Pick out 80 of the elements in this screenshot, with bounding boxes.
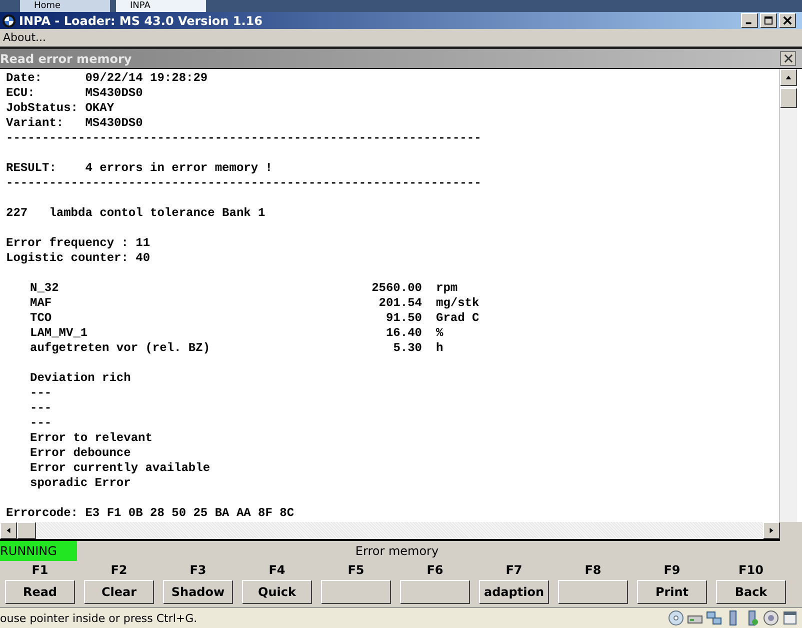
function-button[interactable]: adaption <box>479 580 549 604</box>
function-key-label: F4 <box>268 562 286 579</box>
measurement-value: 16.40 <box>384 326 422 341</box>
dashed-separator: ------------------------------------------------------------------ <box>6 131 482 146</box>
function-button[interactable] <box>558 580 628 604</box>
output-line: Errorcode: E3 F1 0B 28 50 25 BA AA 8F 8C <box>6 506 296 521</box>
measurement-value: 91.50 <box>384 311 422 326</box>
disc-icon[interactable] <box>763 610 779 626</box>
output-line: Logistic counter: 40 <box>6 251 152 266</box>
measurement-name: TCO <box>30 311 53 326</box>
scroll-thumb[interactable] <box>780 88 797 108</box>
measurement-name: LAM_MV_1 <box>30 326 89 341</box>
roundel-logo-icon <box>2 14 16 28</box>
status-indicator: RUNNING <box>0 541 77 561</box>
taskbar-tab[interactable]: Home <box>20 0 110 12</box>
function-button[interactable]: Print <box>637 580 707 604</box>
measurement-unit: mg/stk <box>436 296 480 311</box>
function-key-label: F1 <box>32 562 48 579</box>
output-line: ECU: MS430DS0 <box>6 86 144 101</box>
close-icon <box>783 16 792 25</box>
maximize-button[interactable] <box>760 13 777 28</box>
output-line: Variant: MS430DS0 <box>6 116 144 131</box>
output-line: Error to relevant <box>29 431 154 446</box>
measurement-unit: rpm <box>436 281 458 296</box>
function-key-label: F9 <box>664 562 680 579</box>
output-line: Error debounce <box>29 446 132 461</box>
function-button[interactable]: Quick <box>242 580 312 604</box>
output-line: RESULT: 4 errors in error memory ! <box>6 161 274 176</box>
right-arrow-icon <box>768 527 775 534</box>
left-arrow-icon <box>5 527 12 534</box>
taskbar-tab[interactable]: INPA <box>116 0 206 12</box>
output-line: sporadic Error <box>29 476 132 491</box>
function-key-label: F10 <box>738 562 764 579</box>
measurement-value: 5.30 <box>392 341 422 356</box>
measurement-name: aufgetreten vor (rel. BZ) <box>30 341 212 356</box>
function-key-label: F3 <box>190 562 206 579</box>
function-key-label: F2 <box>110 562 128 579</box>
function-button[interactable] <box>400 580 470 604</box>
screen-title: Error memory <box>354 544 440 558</box>
up-arrow-icon <box>785 74 792 81</box>
measurement-value: 201.54 <box>378 296 422 311</box>
function-key-label: F8 <box>584 562 602 579</box>
measurement-value: 2560.00 <box>370 281 422 296</box>
output-line: JobStatus: OKAY <box>6 101 116 116</box>
output-line: 227 lambda contol tolerance Bank 1 <box>6 206 266 221</box>
measurement-unit: Grad C <box>436 311 480 326</box>
function-button[interactable]: Shadow <box>163 580 233 604</box>
dashed-separator: ------------------------------------------------------------------ <box>6 176 482 191</box>
output-line: Error frequency : 11 <box>6 236 152 251</box>
close-button[interactable] <box>780 51 796 66</box>
window-title: INPA - Loader: MS 43.0 Version 1.16 <box>19 14 264 28</box>
function-key-label: F6 <box>426 562 444 579</box>
output-line: Error currently available <box>29 461 212 476</box>
panel-title: Read error memory <box>0 52 132 66</box>
output-line: Deviation rich <box>29 371 132 386</box>
minimize-button[interactable] <box>741 13 758 28</box>
output-line: --- <box>29 386 53 401</box>
measurement-unit: h <box>436 341 444 356</box>
function-button[interactable]: Read <box>5 580 75 604</box>
measurement-unit: % <box>436 326 444 341</box>
function-key-label: F7 <box>506 562 522 579</box>
menu-item[interactable]: About... <box>3 31 46 44</box>
function-button[interactable] <box>321 580 391 604</box>
output-line: Date: 09/22/14 19:28:29 <box>6 71 209 86</box>
window-icon[interactable] <box>782 610 798 626</box>
close-icon <box>784 54 792 63</box>
vertical-scrollbar[interactable] <box>779 69 797 522</box>
measurement-name: N_32 <box>30 281 60 296</box>
scroll-thumb[interactable] <box>17 522 36 539</box>
network-icon[interactable] <box>706 610 722 626</box>
status-bar-text: ouse pointer inside or press Ctrl+G. <box>0 612 198 624</box>
function-key-label: F5 <box>348 562 364 579</box>
maximize-icon <box>764 16 773 25</box>
function-button[interactable]: Back <box>716 580 786 604</box>
output-line: --- <box>29 416 53 431</box>
function-button[interactable]: Clear <box>84 580 154 604</box>
output-line: --- <box>29 401 53 416</box>
disc-icon[interactable] <box>668 610 684 626</box>
horizontal-scrollbar[interactable] <box>0 522 780 541</box>
measurement-name: MAF <box>30 296 53 311</box>
